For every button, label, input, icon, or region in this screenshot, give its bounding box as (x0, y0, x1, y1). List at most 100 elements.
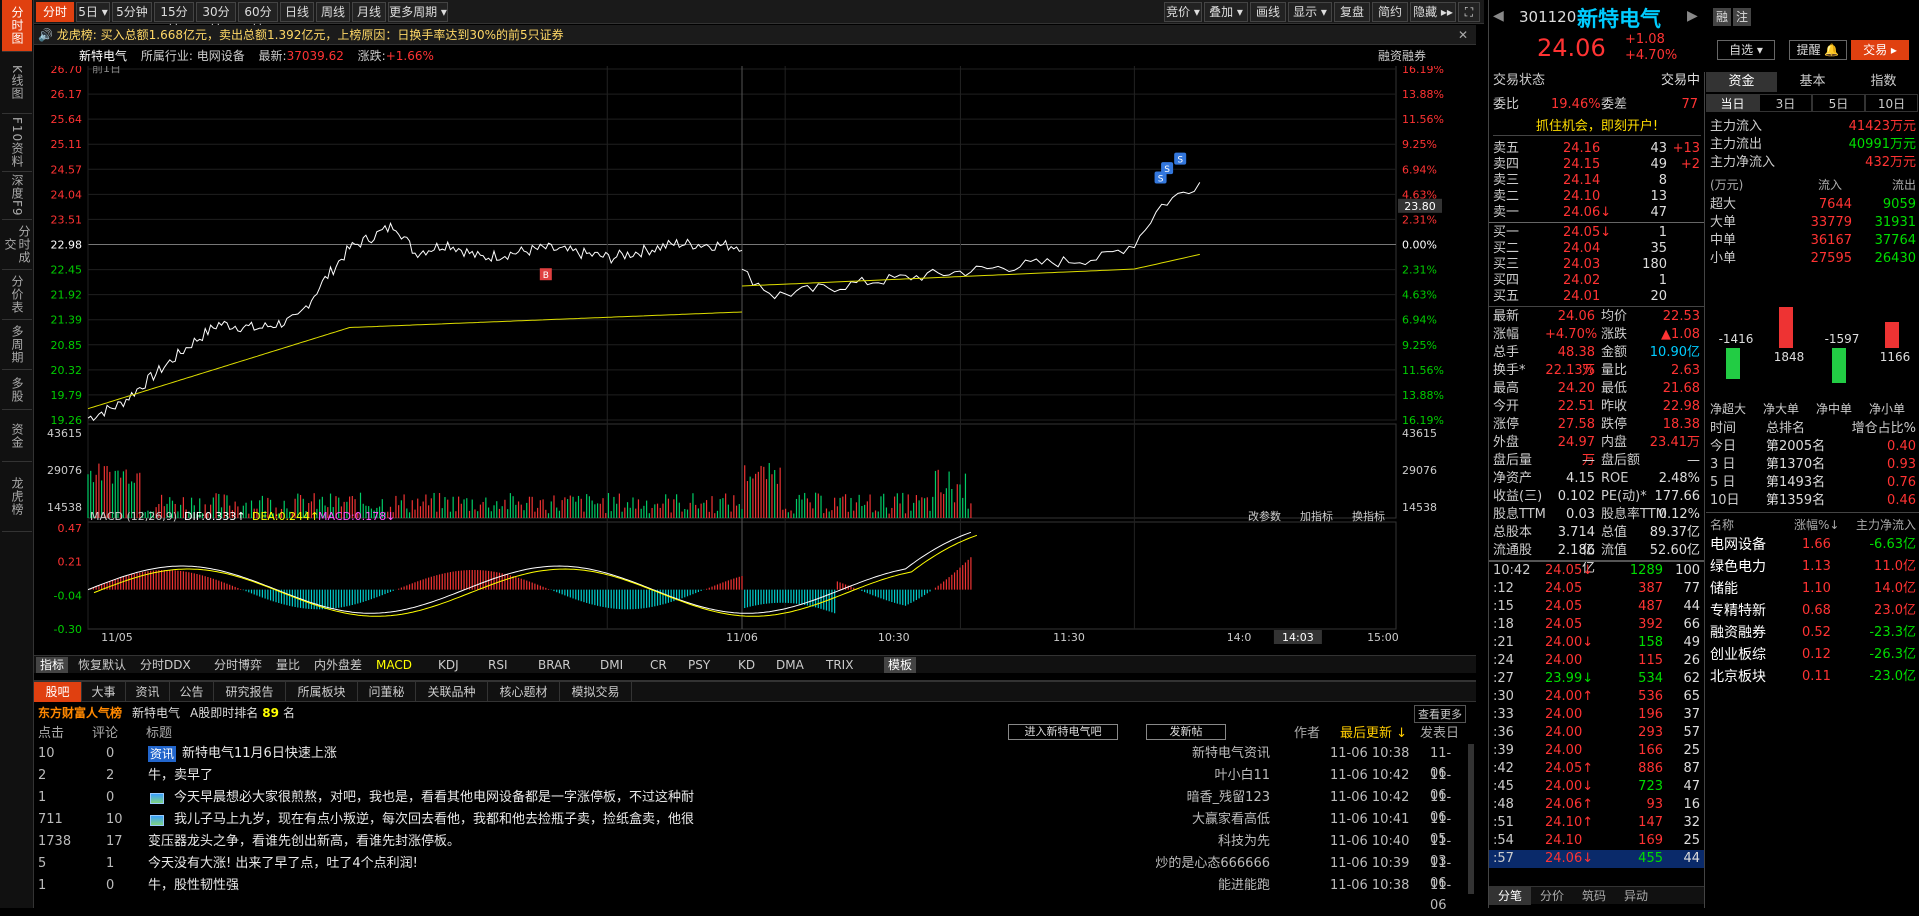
bottom-tab-6[interactable]: 问董秘 (358, 682, 416, 702)
tool-btn-1[interactable]: 叠加 ▾ (1204, 2, 1248, 22)
post-title[interactable]: 变压器龙头之争，看谁先创出新高，看谁先封涨停板。 (148, 832, 460, 852)
new-post-button[interactable]: 发新帖 (1146, 724, 1226, 740)
indicator-tab-9[interactable]: BRAR (534, 657, 575, 673)
indicator-tab-1[interactable]: 恢复默认 (74, 657, 130, 673)
period-tab-0[interactable]: 当日 (1706, 94, 1759, 112)
post-title[interactable]: 今天没有大涨! 出来了早了点，吐了4个点利润! (148, 854, 418, 874)
tool-btn-3[interactable]: 显示 ▾ (1288, 2, 1332, 22)
bottom-tab-9[interactable]: 模拟交易 (560, 682, 632, 702)
funds-tab-1[interactable]: 基本 (1777, 72, 1848, 92)
period-btn-2[interactable]: 5分钟 (112, 2, 152, 22)
period-tab-3[interactable]: 10日 (1865, 94, 1918, 112)
nav-7[interactable]: 多股 (2, 370, 32, 410)
prev-stock-icon[interactable]: ◀ (1493, 8, 1504, 24)
tick-tab-0[interactable]: 分笔 (1489, 887, 1531, 905)
tool-btn-2[interactable]: 画线 (1250, 2, 1286, 22)
bottom-tab-5[interactable]: 所属板块 (286, 682, 358, 702)
tool-btn-4[interactable]: 复盘 (1334, 2, 1370, 22)
quote-btn-2[interactable]: 交易 ▸ (1851, 40, 1909, 60)
tool-btn-6[interactable]: 隐藏 ▸▸ (1410, 2, 1456, 22)
post-row[interactable]: 1 0 今天早晨想必大家很煎熬，对吧，我也是，看看其他电网设备都是一字涨停板，不过这… (34, 788, 1464, 825)
period-tab-1[interactable]: 3日 (1759, 94, 1812, 112)
post-row[interactable]: 5 1 今天没有大涨! 出来了早了点，吐了4个点利润! 炒的是心态666666 11-0… (34, 854, 1464, 891)
post-clicks: 1 (38, 790, 47, 805)
macd-btn-1[interactable]: 加指标 (1300, 509, 1333, 523)
view-more-button[interactable]: 查看更多 (1414, 705, 1466, 723)
macd-btn-2[interactable]: 换指标 (1352, 509, 1385, 523)
bottom-tab-1[interactable]: 大事 (82, 682, 126, 702)
margin-trading-link[interactable]: 融资融券 (1378, 46, 1426, 66)
nav-5[interactable]: 分价表 (2, 270, 32, 320)
indicator-tab-4[interactable]: 量比 (272, 657, 304, 673)
indicator-tab-6[interactable]: MACD (372, 657, 416, 673)
promo-banner[interactable]: 抓住机会，即刻开户! (1493, 118, 1701, 136)
bottom-tab-7[interactable]: 关联品种 (416, 682, 488, 702)
indicator-tab-13[interactable]: KD (734, 657, 759, 673)
tick-tab-1[interactable]: 分价 (1531, 887, 1573, 905)
tool-btn-0[interactable]: 竞价 ▾ (1164, 2, 1202, 22)
bottom-tab-0[interactable]: 股吧 (34, 682, 82, 702)
post-row[interactable]: 10 0 资讯 新特电气11月6日快速上涨 新特电气资讯 11-06 10:38 11-06 (34, 744, 1464, 781)
post-row[interactable]: 1 0 牛，股性韧性强 能进能跑 11-06 10:38 11-06 (34, 876, 1464, 913)
indicator-tab-0[interactable]: 指标 (36, 657, 69, 673)
quote-btn-1[interactable]: 提醒 🔔 (1789, 40, 1847, 60)
period-btn-1[interactable]: 5日 ▾ (76, 2, 110, 22)
period-btn-0[interactable]: 分时 (36, 2, 74, 22)
period-btn-6[interactable]: 日线 (280, 2, 314, 22)
funds-tab-2[interactable]: 指数 (1848, 72, 1919, 92)
bottom-tab-8[interactable]: 核心题材 (488, 682, 560, 702)
indicator-tab-12[interactable]: PSY (684, 657, 714, 673)
period-btn-7[interactable]: 周线 (316, 2, 350, 22)
post-title[interactable]: 今天早晨想必大家很煎熬，对吧，我也是，看看其他电网设备都是一字涨停板，不过这种耐 (174, 788, 694, 808)
post-row[interactable]: 711 10 我儿子马上九岁，现在有点小叛逆，每次回去看他，我都和他去捡瓶子卖，捡纸… (34, 810, 1464, 847)
post-row[interactable]: 2 2 牛，卖早了 叶小白11 11-06 10:42 11-06 (34, 766, 1464, 803)
indicator-tab-10[interactable]: DMI (596, 657, 627, 673)
intraday-chart[interactable]: 26.70 16.19% 26.17 13.88% 25.64 11.56% 25.11 9.… (34, 66, 1484, 661)
quote-btn-0[interactable]: 自选 ▾ (1717, 40, 1775, 60)
indicator-tab-3[interactable]: 分时博弈 (210, 657, 266, 673)
indicator-tab-14[interactable]: DMA (772, 657, 808, 673)
nav-4[interactable]: 分时成交 (2, 220, 32, 270)
bottom-tab-2[interactable]: 资讯 (126, 682, 170, 702)
post-title[interactable]: 牛，卖早了 (148, 766, 213, 786)
tool-btn-7[interactable]: ⛶ (1458, 2, 1480, 22)
enter-bar-button[interactable]: 进入新特电气吧 (1008, 724, 1118, 740)
bottom-tab-4[interactable]: 研究报告 (214, 682, 286, 702)
indicator-tab-11[interactable]: CR (646, 657, 671, 673)
nav-8[interactable]: 资金 (2, 410, 32, 462)
nav-1[interactable]: K线图 (2, 52, 32, 114)
post-title[interactable]: 牛，股性韧性强 (148, 876, 239, 896)
indicator-tab-16[interactable]: 模板 (884, 657, 917, 673)
nav-9[interactable]: 龙虎榜 (2, 462, 32, 532)
nav-0[interactable]: 分时图 (2, 0, 32, 52)
macd-btn-0[interactable]: 改参数 (1248, 509, 1281, 523)
indicator-tab-7[interactable]: KDJ (434, 657, 463, 673)
indicator-tab-2[interactable]: 分时DDX (136, 657, 195, 673)
post-comments: 0 (106, 746, 115, 761)
period-btn-3[interactable]: 15分钟 (154, 2, 194, 37)
post-title[interactable]: 我儿子马上九岁，现在有点小叛逆，每次回去看他，我都和他去捡瓶子卖，捡纸盒卖，他很 (174, 810, 694, 830)
bottom-tab-3[interactable]: 公告 (170, 682, 214, 702)
close-icon[interactable]: ✕ (1458, 25, 1468, 45)
nav-2[interactable]: F10资料 (2, 114, 32, 172)
period-btn-8[interactable]: 月线 (352, 2, 386, 22)
period-btn-9[interactable]: 更多周期 ▾ (388, 2, 448, 22)
post-row[interactable]: 1738 17 变压器龙头之争，看谁先创出新高，看谁先封涨停板。 科技为先 11-06 … (34, 832, 1464, 869)
indicator-tab-5[interactable]: 内外盘差 (310, 657, 366, 673)
indicator-tab-8[interactable]: RSI (484, 657, 512, 673)
funds-tab-0[interactable]: 资金 (1706, 72, 1777, 92)
nav-6[interactable]: 多周期 (2, 320, 32, 370)
tick-tab-2[interactable]: 筑码 (1573, 887, 1615, 905)
post-header-5[interactable]: 发表日 (1420, 722, 1459, 741)
post-header-4[interactable]: 最后更新 ↓ (1340, 722, 1407, 741)
next-stock-icon[interactable]: ▶ (1687, 8, 1698, 24)
period-btn-5[interactable]: 60分钟 (238, 2, 278, 37)
post-title[interactable]: 新特电气11月6日快速上涨 (182, 744, 337, 764)
scrollbar[interactable] (1468, 744, 1474, 894)
nav-3[interactable]: 深度F9 (2, 172, 32, 220)
tick-tab-3[interactable]: 异动 (1615, 887, 1657, 905)
period-btn-4[interactable]: 30分钟 (196, 2, 236, 37)
tool-btn-5[interactable]: 简约 (1372, 2, 1408, 22)
indicator-tab-15[interactable]: TRIX (822, 657, 857, 673)
period-tab-2[interactable]: 5日 (1812, 94, 1865, 112)
